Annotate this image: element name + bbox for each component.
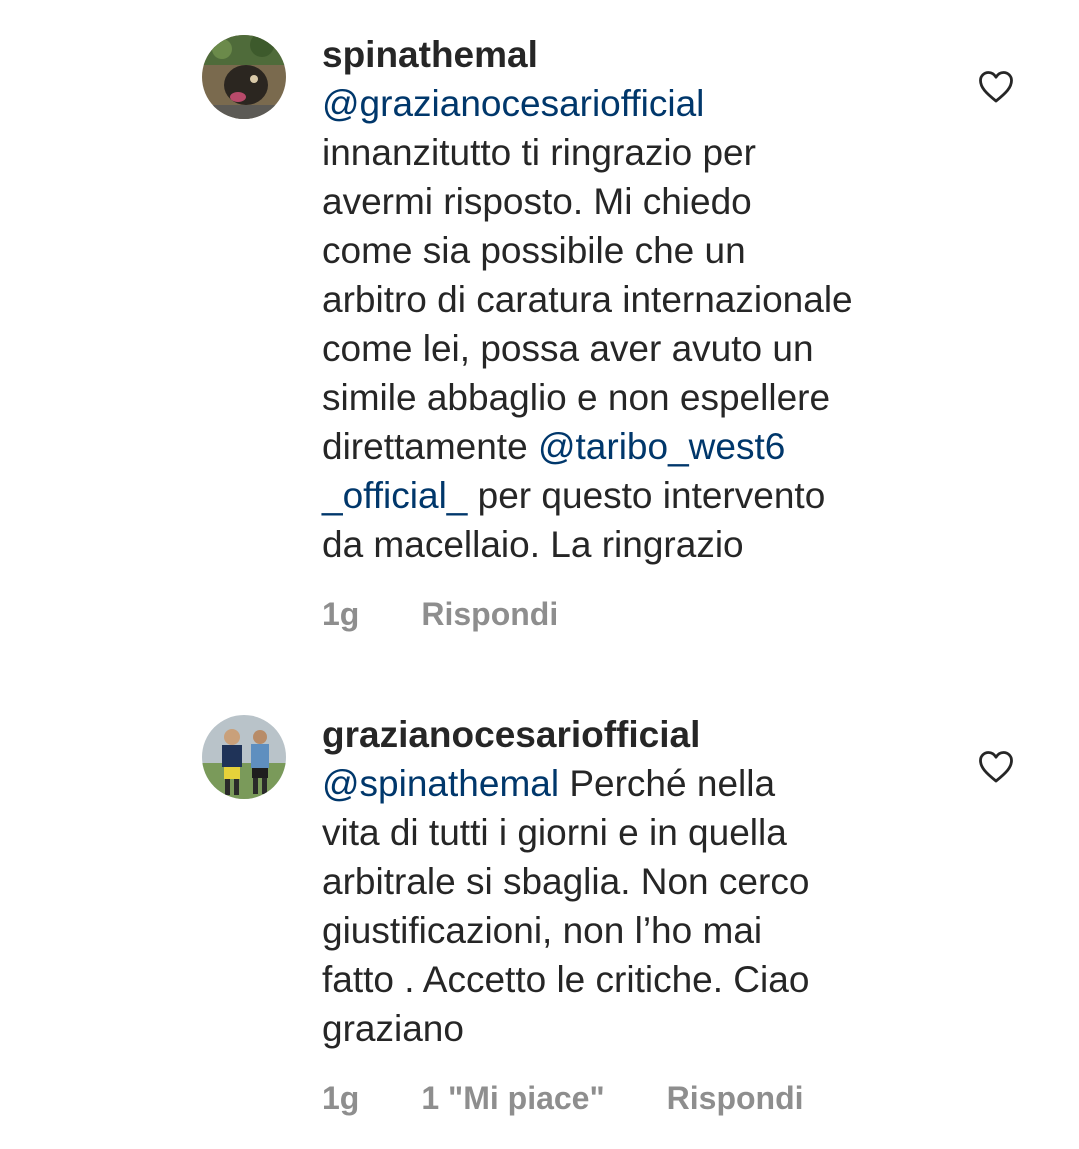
comment-text-line: direttamente @taribo_west6 — [322, 422, 942, 471]
comment-text: @spinathemal Perché nella vita di tutti i… — [322, 759, 942, 1053]
comment-text: @grazianocesariofficial innanzitutto ti r… — [322, 79, 942, 569]
mention-link[interactable]: _official_ — [322, 475, 467, 516]
comment-text-line: da macellaio. La ringrazio — [322, 520, 942, 569]
comment-meta: 1g 1 "Mi piace" Rispondi — [322, 1078, 804, 1118]
comment-text-line: simile abbaglio e non espellere — [322, 373, 942, 422]
reply-button[interactable]: Rispondi — [421, 594, 558, 634]
comment-text-segment: giustificazioni, non l’ho mai — [322, 910, 763, 951]
comment-text-segment: avermi risposto. Mi chiedo — [322, 181, 752, 222]
comment-time: 1g — [322, 1080, 360, 1116]
comment-text-line: come lei, possa aver avuto un — [322, 324, 942, 373]
comment-text-segment: Perché nella — [559, 763, 776, 804]
user-avatar[interactable] — [202, 35, 286, 119]
comment-text-segment: fatto . Accetto le critiche. Ciao — [322, 959, 810, 1000]
comment-text-line: giustificazioni, non l’ho mai — [322, 906, 942, 955]
comment-text-segment: arbitrale si sbaglia. Non cerco — [322, 861, 810, 902]
comment-text-segment: da macellaio. La ringrazio — [322, 524, 744, 565]
comment-username[interactable]: grazianocesariofficial — [322, 710, 942, 759]
comment-text-line: arbitro di caratura internazionale — [322, 275, 942, 324]
comment-text-line: come sia possibile che un — [322, 226, 942, 275]
comment-text-segment: graziano — [322, 1008, 464, 1049]
avatar-photo-icon — [202, 35, 286, 119]
likes-count-button[interactable]: 1 "Mi piace" — [421, 1078, 604, 1118]
mention-link[interactable]: @taribo_west6 — [538, 426, 785, 467]
comment-text-line: avermi risposto. Mi chiedo — [322, 177, 942, 226]
comment-text-line: vita di tutti i giorni e in quella — [322, 808, 942, 857]
comment-username[interactable]: spinathemal — [322, 30, 942, 79]
reply-button[interactable]: Rispondi — [667, 1078, 804, 1118]
comment-text-line: @grazianocesariofficial — [322, 79, 942, 128]
comment-text-segment: innanzitutto ti ringrazio per — [322, 132, 756, 173]
heart-outline-icon[interactable] — [978, 750, 1014, 784]
user-avatar[interactable] — [202, 715, 286, 799]
comment-text-segment: simile abbaglio e non espellere — [322, 377, 831, 418]
comment-text-line: _official_ per questo intervento — [322, 471, 942, 520]
comment-text-line: @spinathemal Perché nella — [322, 759, 942, 808]
comment-text-line: innanzitutto ti ringrazio per — [322, 128, 942, 177]
mention-link[interactable]: @grazianocesariofficial — [322, 83, 704, 124]
comment-text-segment: come sia possibile che un — [322, 230, 746, 271]
heart-outline-icon[interactable] — [978, 70, 1014, 104]
comment-text-segment: vita di tutti i giorni e in quella — [322, 812, 787, 853]
comment-text-segment: come lei, possa aver avuto un — [322, 328, 814, 369]
comment-text-segment: per questo intervento — [467, 475, 826, 516]
comment-text-line: fatto . Accetto le critiche. Ciao — [322, 955, 942, 1004]
comment-text-line: arbitrale si sbaglia. Non cerco — [322, 857, 942, 906]
comment-meta: 1g Rispondi — [322, 594, 558, 634]
comment-text-line: graziano — [322, 1004, 942, 1053]
comment-text-segment: direttamente — [322, 426, 538, 467]
mention-link[interactable]: @spinathemal — [322, 763, 559, 804]
avatar-photo-icon — [202, 715, 286, 799]
comment-time: 1g — [322, 596, 360, 632]
comment-text-segment: arbitro di caratura internazionale — [322, 279, 853, 320]
